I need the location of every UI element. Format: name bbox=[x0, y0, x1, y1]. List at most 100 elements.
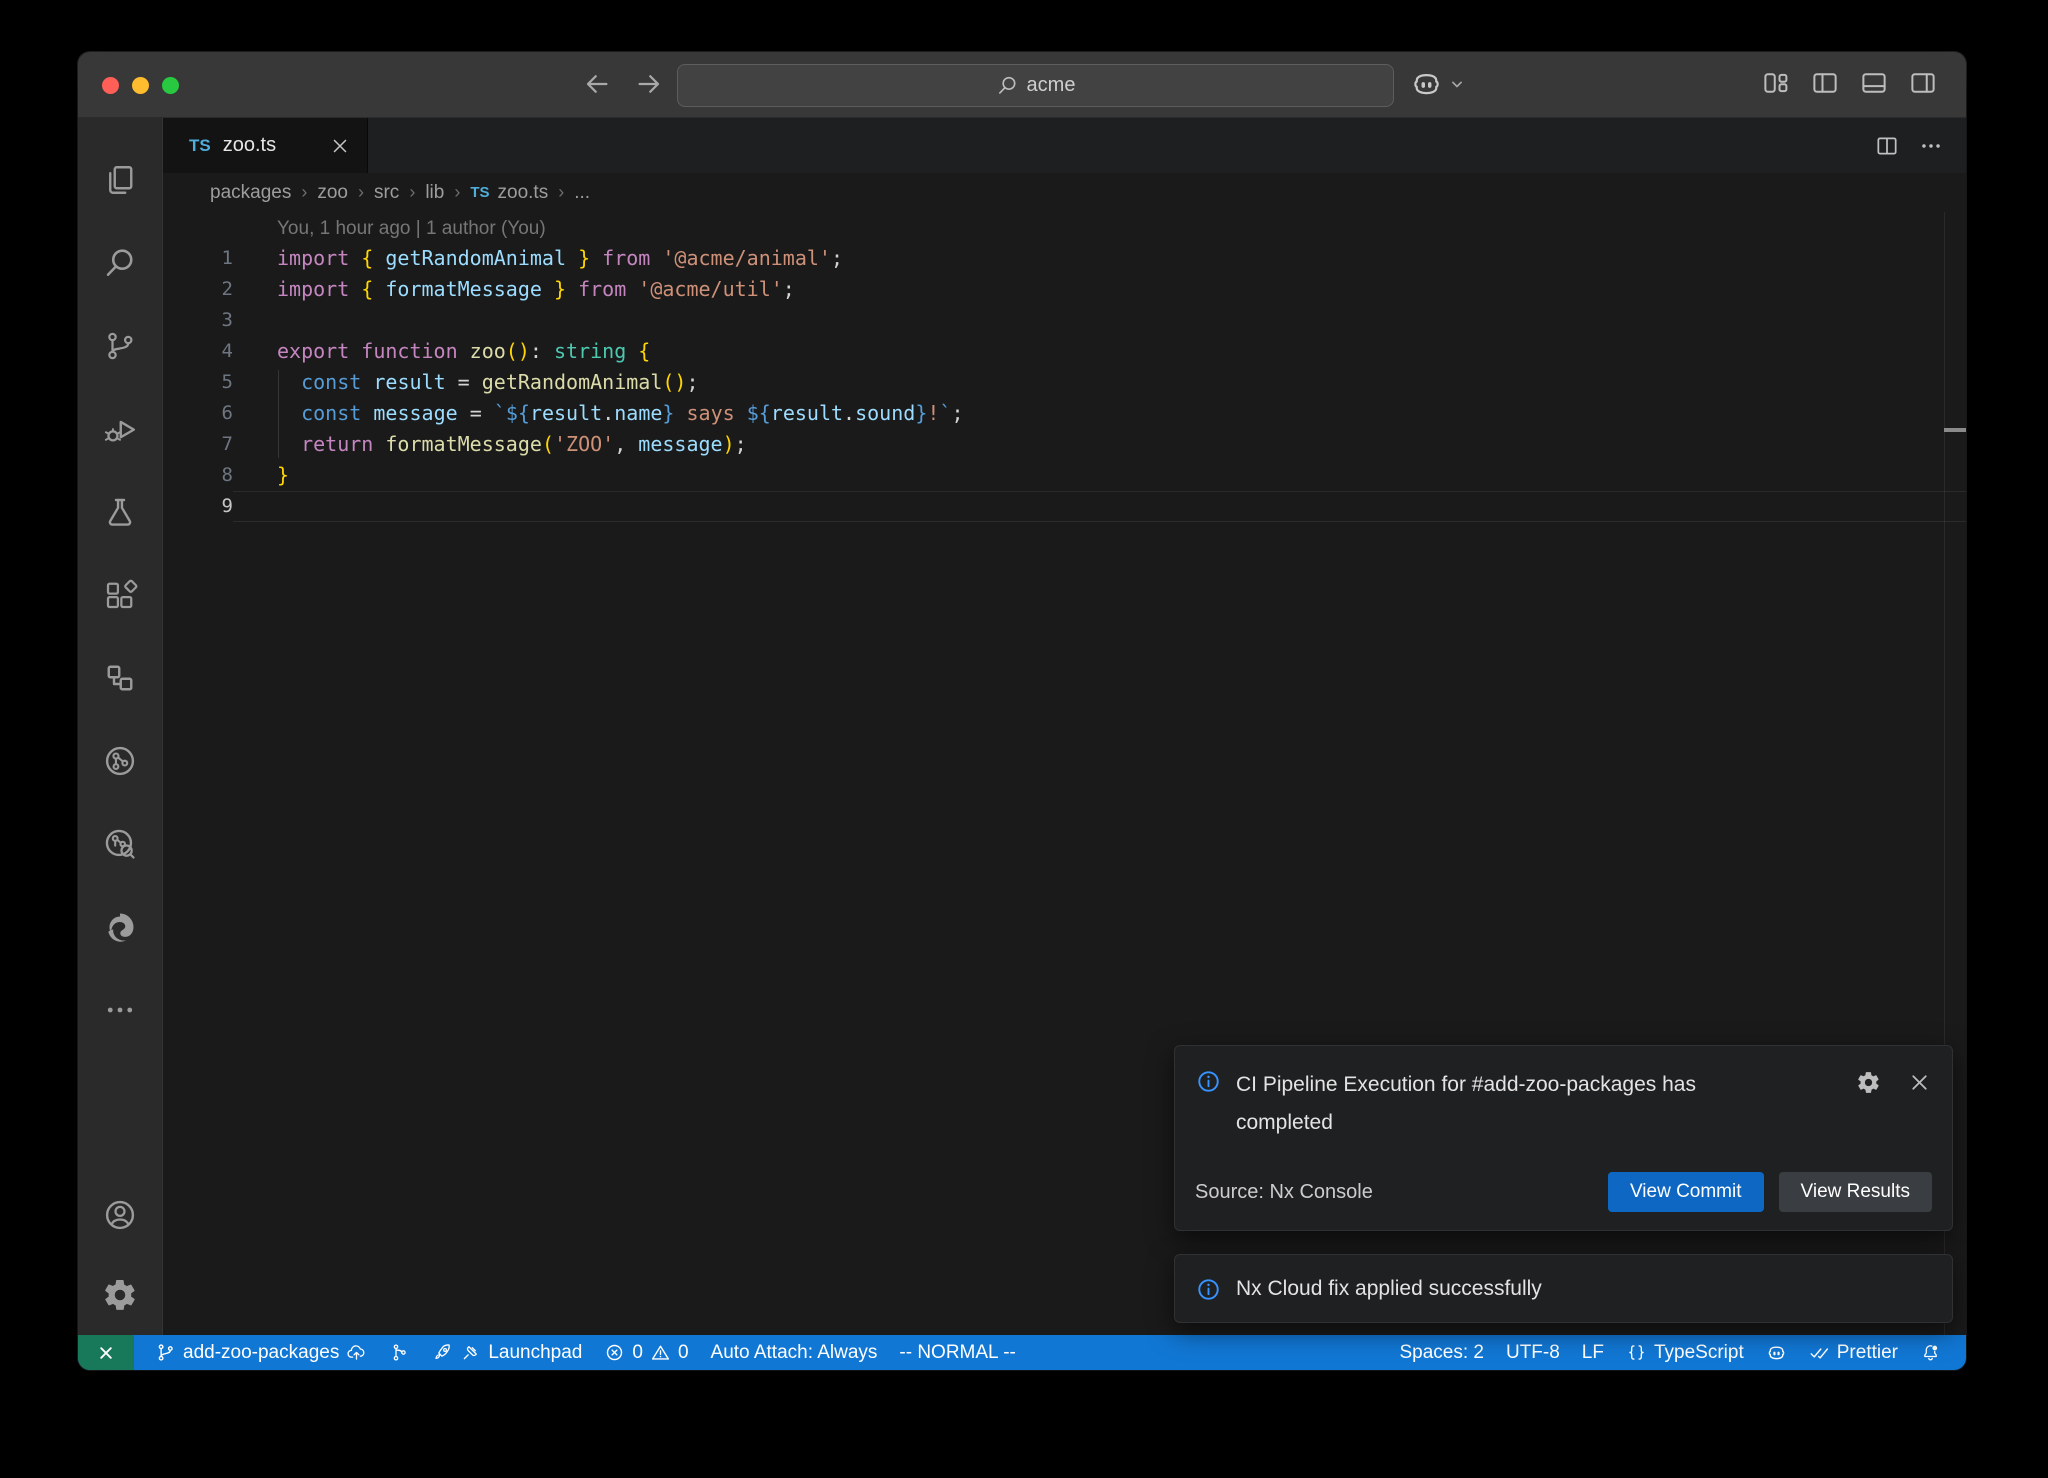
activity-bar-item-accounts[interactable] bbox=[78, 1175, 163, 1255]
source-control-icon bbox=[102, 328, 138, 364]
code-line-7[interactable]: 7 return formatMessage('ZOO', message); bbox=[163, 429, 1966, 460]
breadcrumb-item[interactable]: ... bbox=[574, 182, 590, 204]
status-item-launchpad[interactable]: Launchpad bbox=[421, 1335, 593, 1370]
more-actions-icon[interactable] bbox=[1918, 133, 1944, 159]
breadcrumb-item[interactable]: src bbox=[374, 182, 399, 204]
info-icon bbox=[1195, 1276, 1222, 1303]
close-tab-icon[interactable] bbox=[329, 135, 351, 157]
code-line-9[interactable]: 9 bbox=[163, 491, 1966, 522]
activity-bar-item-search[interactable] bbox=[78, 221, 163, 304]
code-line-8[interactable]: 8} bbox=[163, 460, 1966, 491]
line-number: 2 bbox=[163, 274, 233, 305]
status-item-notifications-bell[interactable] bbox=[1909, 1335, 1952, 1370]
customize-layout-icon[interactable] bbox=[1761, 68, 1791, 98]
activity-bar-item-source-control[interactable] bbox=[78, 304, 163, 387]
ellipsis-icon bbox=[102, 992, 138, 1028]
breadcrumb-label: packages bbox=[210, 182, 291, 204]
line-number: 5 bbox=[163, 367, 233, 398]
activity-bar-item-settings[interactable] bbox=[78, 1255, 163, 1335]
line-content: } bbox=[233, 460, 1966, 491]
tab-bar: TS zoo.ts bbox=[163, 118, 1966, 173]
status-item-label: TypeScript bbox=[1654, 1342, 1744, 1364]
tab-zoo-ts[interactable]: TS zoo.ts bbox=[163, 118, 368, 173]
breadcrumb-item[interactable]: TSzoo.ts bbox=[470, 182, 548, 204]
activity-bar-item-edge-tools[interactable] bbox=[78, 885, 163, 968]
toggle-sidebar-left-icon[interactable] bbox=[1810, 68, 1840, 98]
breadcrumb-item[interactable]: lib bbox=[425, 182, 444, 204]
status-item-label: Spaces: 2 bbox=[1399, 1342, 1484, 1364]
activity-bar-item-nx-cloud[interactable] bbox=[78, 802, 163, 885]
split-editor-icon[interactable] bbox=[1874, 133, 1900, 159]
status-bar: add-zoo-packagesLaunchpad00Auto Attach: … bbox=[78, 1335, 1966, 1370]
rocket-icon bbox=[432, 1342, 453, 1363]
notification-settings-icon[interactable] bbox=[1856, 1070, 1881, 1095]
breadcrumb-label: src bbox=[374, 182, 399, 204]
run-debug-icon bbox=[102, 411, 138, 447]
status-item-vim-mode[interactable]: -- NORMAL -- bbox=[888, 1335, 1026, 1370]
status-item-eol[interactable]: LF bbox=[1571, 1335, 1615, 1370]
status-item-formatter[interactable]: Prettier bbox=[1798, 1335, 1909, 1370]
title-bar: acme bbox=[78, 52, 1966, 118]
line-number: 9 bbox=[163, 491, 233, 522]
git-blame-text: You, 1 hour ago | 1 author (You) bbox=[277, 218, 546, 239]
activity-bar-item-more[interactable] bbox=[78, 968, 163, 1051]
code-line-4[interactable]: 4export function zoo(): string { bbox=[163, 336, 1966, 367]
activity-bar-item-nx-console[interactable] bbox=[78, 719, 163, 802]
code-line-1[interactable]: 1import { getRandomAnimal } from '@acme/… bbox=[163, 243, 1966, 274]
extensions-icon bbox=[102, 577, 138, 613]
status-item-auto-attach[interactable]: Auto Attach: Always bbox=[700, 1335, 889, 1370]
status-item-label: Prettier bbox=[1837, 1342, 1898, 1364]
error-icon bbox=[604, 1342, 625, 1363]
breadcrumb-separator-icon: › bbox=[454, 182, 460, 203]
breadcrumb-separator-icon: › bbox=[358, 182, 364, 203]
notification-close-icon[interactable] bbox=[1907, 1070, 1932, 1095]
activity-bar-item-extensions[interactable] bbox=[78, 553, 163, 636]
command-center-search[interactable]: acme bbox=[677, 64, 1394, 107]
zoom-window-button[interactable] bbox=[162, 77, 179, 94]
activity-bar-item-testing[interactable] bbox=[78, 470, 163, 553]
activity-bar-item-run-debug[interactable] bbox=[78, 387, 163, 470]
breadcrumb-label: ... bbox=[574, 182, 590, 204]
activity-bar-item-remote-explorer[interactable] bbox=[78, 636, 163, 719]
status-item-encoding[interactable]: UTF-8 bbox=[1495, 1335, 1571, 1370]
close-window-button[interactable] bbox=[102, 77, 119, 94]
status-item-label: 0 bbox=[632, 1342, 643, 1364]
chevron-down-icon bbox=[1447, 74, 1467, 94]
code-line-2[interactable]: 2import { formatMessage } from '@acme/ut… bbox=[163, 274, 1966, 305]
breadcrumb-item[interactable]: packages bbox=[210, 182, 291, 204]
code-line-3[interactable]: 3 bbox=[163, 305, 1966, 336]
status-item-source-control-graph[interactable] bbox=[378, 1335, 421, 1370]
line-content: return formatMessage('ZOO', message); bbox=[233, 429, 1966, 460]
toggle-sidebar-right-icon[interactable] bbox=[1908, 68, 1938, 98]
code-line-6[interactable]: 6 const message = `${result.name} says $… bbox=[163, 398, 1966, 429]
status-item-git-branch[interactable]: add-zoo-packages bbox=[144, 1335, 378, 1370]
status-bar-left: add-zoo-packagesLaunchpad00Auto Attach: … bbox=[144, 1335, 1027, 1370]
status-item-label: Launchpad bbox=[488, 1342, 582, 1364]
status-item-problems[interactable]: 00 bbox=[593, 1335, 699, 1370]
code-line-5[interactable]: 5 const result = getRandomAnimal(); bbox=[163, 367, 1966, 398]
breadcrumb-separator-icon: › bbox=[409, 182, 415, 203]
line-content: import { formatMessage } from '@acme/uti… bbox=[233, 274, 1966, 305]
line-number: 8 bbox=[163, 460, 233, 491]
breadcrumb-item[interactable]: zoo bbox=[317, 182, 348, 204]
line-number bbox=[163, 212, 233, 243]
status-item-indentation[interactable]: Spaces: 2 bbox=[1388, 1335, 1495, 1370]
remote-indicator[interactable] bbox=[78, 1335, 134, 1370]
blame-annotation-line[interactable]: You, 1 hour ago | 1 author (You) bbox=[163, 212, 1966, 243]
window-controls bbox=[102, 77, 179, 94]
status-item-copilot-status[interactable] bbox=[1755, 1335, 1798, 1370]
toggle-panel-icon[interactable] bbox=[1859, 68, 1889, 98]
status-item-label: 0 bbox=[678, 1342, 689, 1364]
status-item-language[interactable]: TypeScript bbox=[1615, 1335, 1755, 1370]
view-results-button[interactable]: View Results bbox=[1779, 1172, 1932, 1212]
status-item-label: UTF-8 bbox=[1506, 1342, 1560, 1364]
breadcrumb: packages›zoo›src›lib›TSzoo.ts›... bbox=[163, 173, 1966, 212]
activity-bar-item-explorer[interactable] bbox=[78, 138, 163, 221]
minimize-window-button[interactable] bbox=[132, 77, 149, 94]
back-arrow-icon[interactable] bbox=[582, 69, 612, 99]
breadcrumb-label: zoo bbox=[317, 182, 348, 204]
view-commit-button[interactable]: View Commit bbox=[1608, 1172, 1764, 1212]
breadcrumb-label: lib bbox=[425, 182, 444, 204]
copilot-menu[interactable] bbox=[1410, 67, 1467, 100]
forward-arrow-icon[interactable] bbox=[634, 69, 664, 99]
